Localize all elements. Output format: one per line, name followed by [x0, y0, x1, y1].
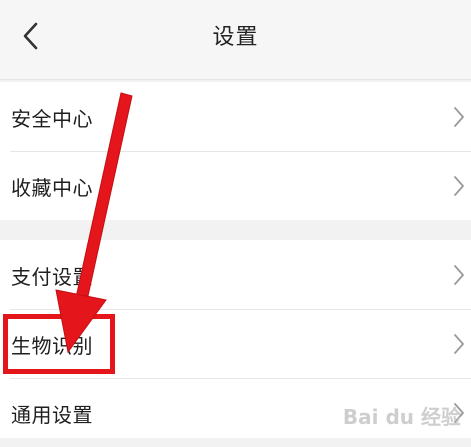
chevron-right-icon [454, 176, 464, 196]
settings-item-favorites-center[interactable]: 收藏中心 [0, 151, 471, 220]
chevron-right-icon [454, 265, 464, 285]
page-title: 设置 [212, 25, 259, 50]
chevron-right-icon [454, 334, 464, 354]
settings-item-label: 通用设置 [11, 403, 93, 427]
settings-item-label: 收藏中心 [11, 176, 93, 200]
settings-item-security-center[interactable]: 安全中心 [0, 82, 471, 151]
settings-item-biometrics[interactable]: 生物识别 [0, 309, 471, 378]
settings-item-payment-settings[interactable]: 支付设置 [0, 240, 471, 309]
settings-item-label: 支付设置 [11, 265, 93, 289]
watermark: Bai du 经验 [342, 405, 461, 429]
settings-item-label: 生物识别 [11, 334, 93, 358]
chevron-right-icon [454, 107, 464, 127]
top-nav-bar: 设置 [0, 0, 471, 80]
settings-group-1: 安全中心 收藏中心 [0, 82, 471, 220]
settings-item-label: 安全中心 [11, 107, 93, 131]
